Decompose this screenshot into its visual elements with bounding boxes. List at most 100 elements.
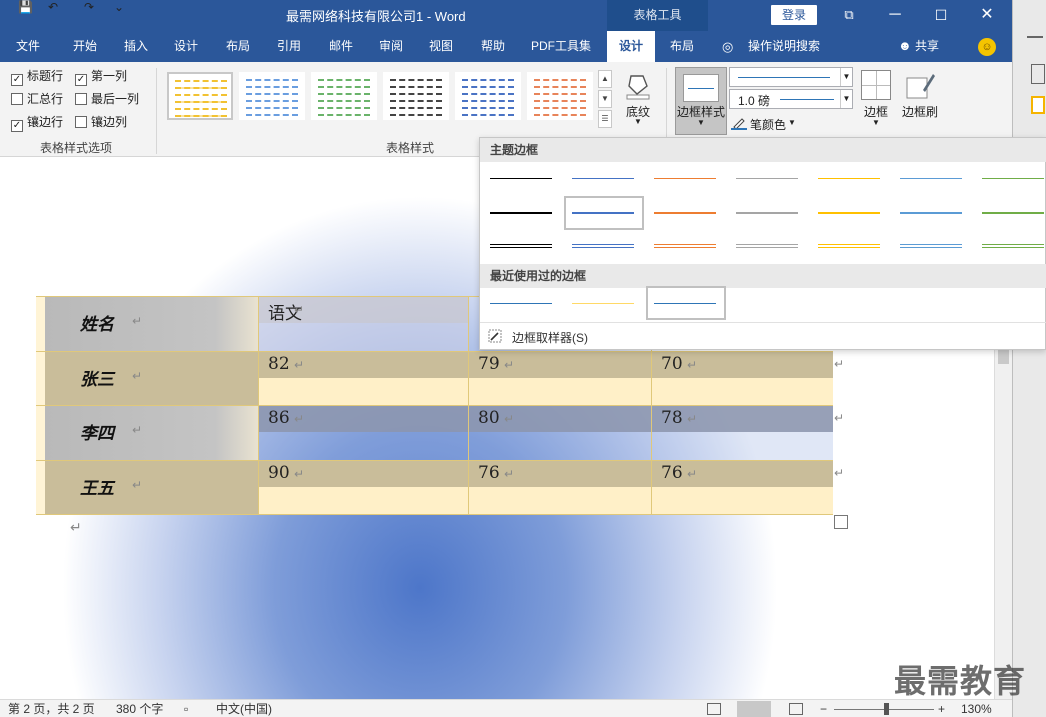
tab-help[interactable]: 帮助 [468, 31, 518, 62]
theme-border-option[interactable] [490, 244, 552, 245]
gallery-more-icon[interactable]: ☰ [598, 110, 612, 128]
share-button[interactable]: 共享 [915, 31, 939, 62]
border-painter-icon[interactable] [905, 70, 935, 100]
pen-color-button[interactable]: 笔颜色 [750, 116, 786, 133]
page-count[interactable]: 第 2 页，共 2 页 [8, 702, 95, 716]
zoom-slider-thumb[interactable] [884, 703, 889, 715]
score-cell[interactable]: 82 [268, 354, 290, 374]
tab-review[interactable]: 审阅 [366, 31, 416, 62]
table-row-border [36, 459, 833, 461]
tab-view[interactable]: 视图 [416, 31, 466, 62]
tab-pdf-tools[interactable]: PDF工具集 [524, 31, 598, 62]
zoom-out-button[interactable]: − [820, 702, 827, 716]
recent-border-option[interactable] [490, 303, 552, 304]
tab-file[interactable]: 文件 [6, 31, 50, 62]
border-painter-label[interactable]: 边框刷 [897, 103, 943, 120]
tab-design[interactable]: 设计 [162, 31, 210, 62]
score-cell[interactable]: 76 [661, 463, 683, 483]
score-cell[interactable]: 86 [268, 408, 290, 428]
theme-border-option[interactable] [572, 178, 634, 179]
theme-border-option[interactable] [900, 178, 962, 179]
word-count[interactable]: 380 个字 [116, 702, 163, 716]
pen-weight-select[interactable]: 1.0 磅 ▼ [729, 89, 853, 109]
table-style-option[interactable] [167, 72, 233, 120]
theme-border-option[interactable] [818, 212, 880, 214]
theme-border-option[interactable] [818, 244, 880, 245]
save-icon[interactable]: 💾 [18, 0, 40, 14]
score-cell[interactable]: 80 [478, 408, 500, 428]
theme-border-option[interactable] [490, 212, 552, 214]
tab-insert[interactable]: 插入 [112, 31, 160, 62]
print-layout-icon[interactable] [737, 701, 771, 717]
theme-border-option[interactable] [982, 244, 1044, 245]
read-mode-icon[interactable] [707, 703, 721, 715]
theme-border-option[interactable] [572, 244, 634, 245]
theme-border-option[interactable] [736, 178, 798, 179]
style-row-line [534, 114, 586, 116]
theme-border-option[interactable] [736, 244, 798, 245]
ribbon-display-options-icon[interactable]: ⧉ [834, 3, 864, 27]
theme-border-option[interactable] [900, 212, 962, 214]
pen-color-icon[interactable] [731, 116, 747, 130]
table-style-option[interactable] [311, 72, 377, 120]
theme-border-option[interactable] [736, 212, 798, 214]
redo-icon[interactable]: ↷ [84, 0, 106, 14]
checkbox-banded-columns[interactable]: 镶边列 [75, 115, 127, 131]
theme-border-option[interactable] [490, 178, 552, 179]
close-button[interactable]: ✕ [972, 3, 1002, 27]
table-resize-handle[interactable] [834, 515, 848, 529]
customize-quick-access-icon[interactable]: ⌄ [114, 0, 130, 14]
theme-border-option[interactable] [654, 244, 716, 245]
tab-table-design[interactable]: 设计 [607, 31, 655, 62]
recent-border-option[interactable] [572, 303, 634, 304]
table-style-option[interactable] [455, 72, 521, 120]
maximize-button[interactable]: ☐ [926, 3, 956, 27]
score-cell[interactable]: 79 [478, 354, 500, 374]
score-cell[interactable]: 78 [661, 408, 683, 428]
borders-dropdown-icon[interactable]: ▼ [869, 118, 883, 127]
theme-border-option[interactable] [982, 178, 1044, 179]
table-style-option[interactable] [527, 72, 593, 120]
feedback-smile-icon[interactable]: ☺ [978, 38, 996, 56]
shading-icon[interactable] [623, 70, 653, 100]
tab-home[interactable]: 开始 [58, 31, 112, 62]
zoom-level[interactable]: 130% [961, 702, 992, 716]
score-cell[interactable]: 76 [478, 463, 500, 483]
tab-references[interactable]: 引用 [264, 31, 314, 62]
theme-border-option[interactable] [900, 244, 962, 245]
theme-border-option[interactable] [818, 178, 880, 179]
login-button[interactable]: 登录 [771, 5, 817, 25]
minimize-button[interactable]: ─ [880, 3, 910, 27]
tab-mailings[interactable]: 邮件 [316, 31, 366, 62]
score-cell[interactable]: 70 [661, 354, 683, 374]
language-indicator[interactable]: 中文(中国) [216, 702, 272, 716]
checkbox-checked-icon: ✓ [75, 74, 87, 86]
undo-icon[interactable]: ↶ [48, 0, 70, 14]
table-style-option[interactable] [383, 72, 449, 120]
table-style-option[interactable] [239, 72, 305, 120]
borders-icon[interactable] [861, 70, 891, 100]
score-cell[interactable]: 90 [268, 463, 290, 483]
gallery-down-icon[interactable]: ▼ [598, 90, 612, 108]
theme-border-option[interactable] [654, 178, 716, 179]
theme-border-option[interactable] [982, 212, 1044, 214]
overflow-ribbon-icon [1031, 64, 1045, 84]
proofing-icon[interactable]: ▫ [184, 702, 200, 716]
tab-layout[interactable]: 布局 [214, 31, 262, 62]
ribbon-overflow-icon[interactable] [1027, 36, 1043, 38]
pen-color-dropdown-icon[interactable]: ▼ [788, 118, 796, 127]
tell-me-search[interactable]: 操作说明搜索 [748, 31, 820, 62]
web-layout-icon[interactable] [789, 703, 803, 715]
zoom-in-button[interactable]: + [938, 702, 945, 716]
checkbox-banded-rows[interactable]: ✓ 镶边行 [11, 115, 63, 132]
gallery-up-icon[interactable]: ▲ [598, 70, 612, 88]
line-style-select[interactable]: ▼ [729, 67, 853, 87]
border-sampler-menu-item[interactable]: 边框取样器(S) [512, 329, 588, 346]
tab-table-layout[interactable]: 布局 [658, 31, 706, 62]
checkbox-last-column[interactable]: 最后一列 [75, 92, 139, 108]
checkbox-header-row[interactable]: ✓ 标题行 [11, 69, 63, 86]
checkbox-total-row[interactable]: 汇总行 [11, 92, 63, 108]
checkbox-first-column[interactable]: ✓ 第一列 [75, 69, 127, 86]
shading-dropdown-icon[interactable]: ▼ [631, 117, 645, 126]
theme-border-option[interactable] [654, 212, 716, 214]
